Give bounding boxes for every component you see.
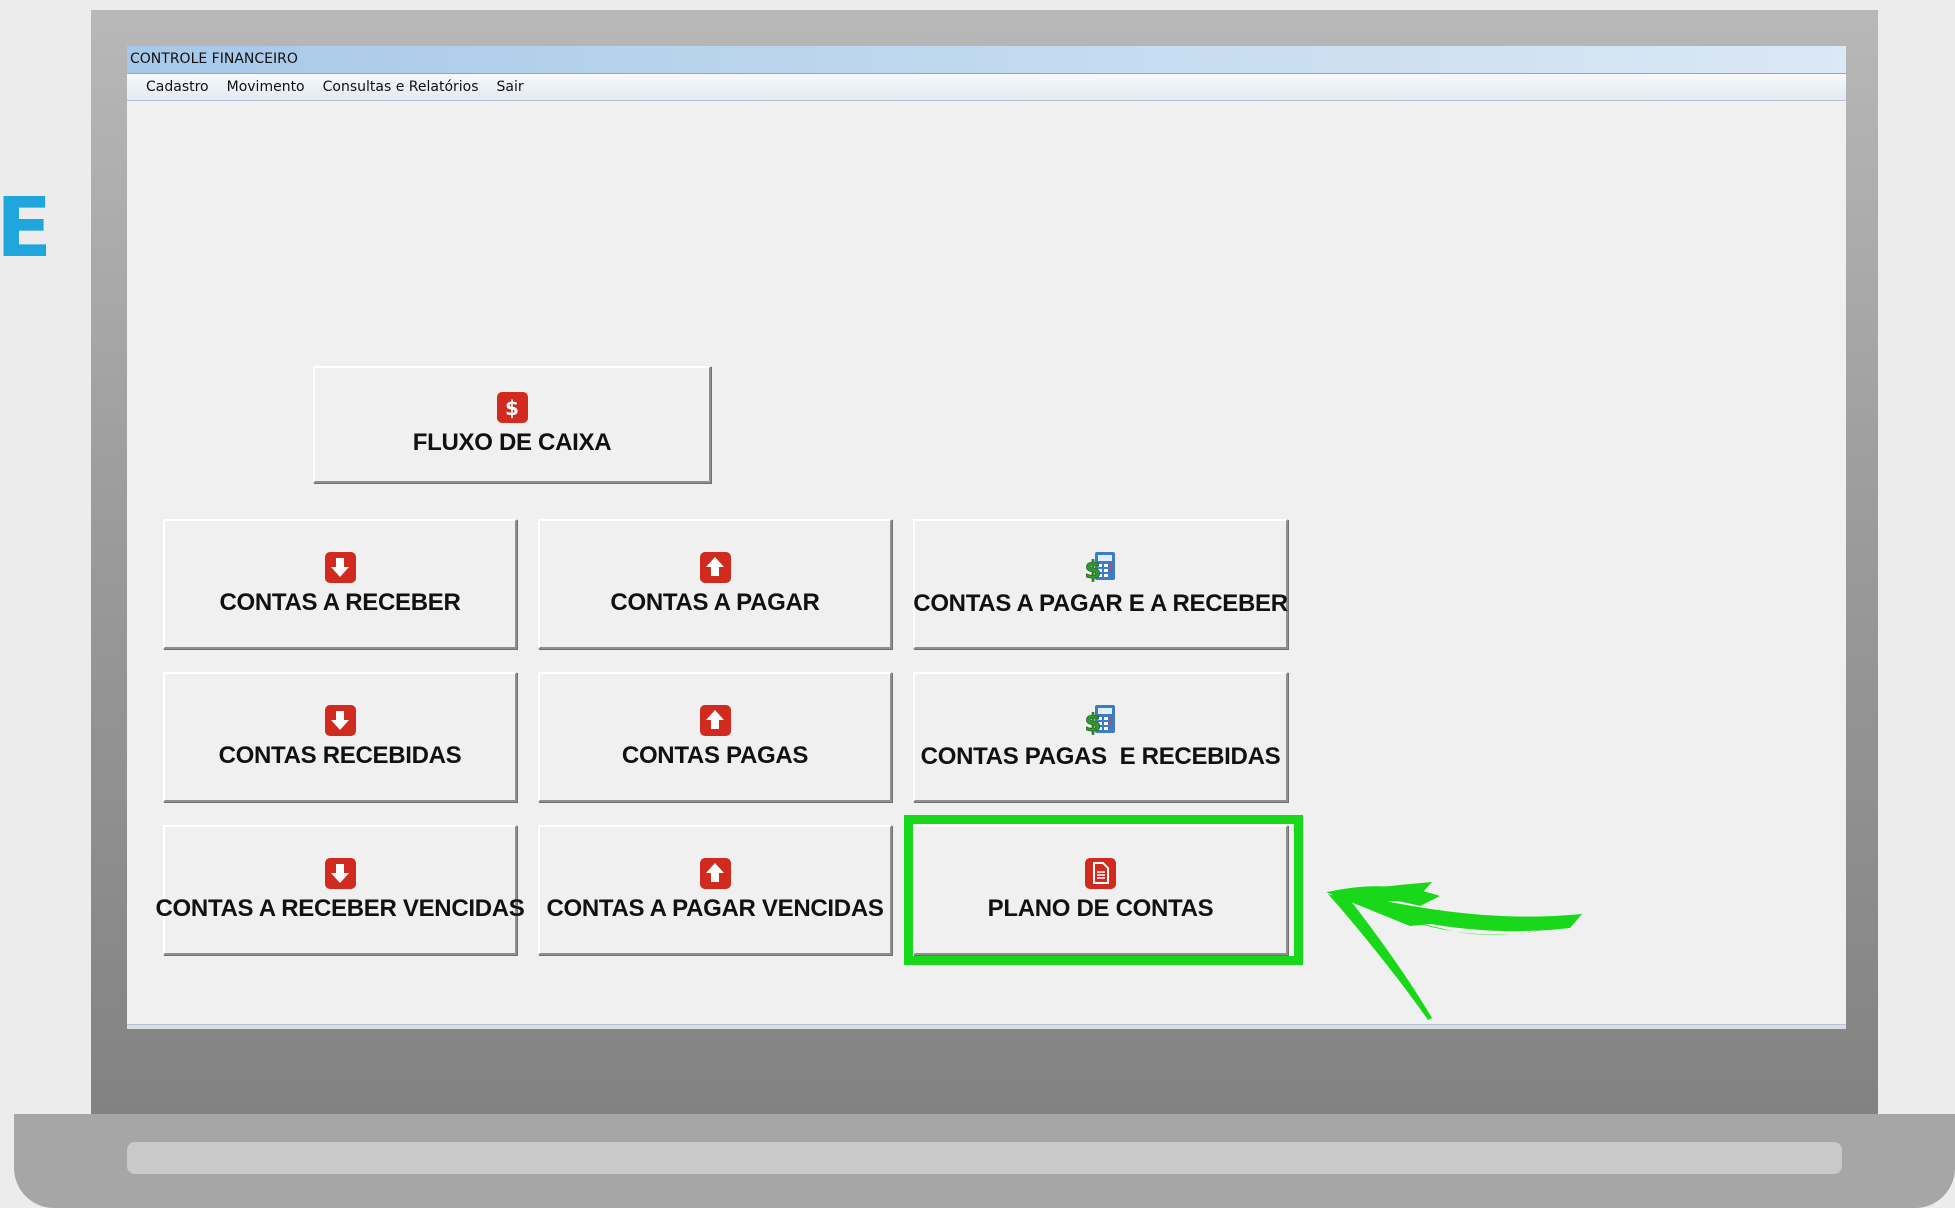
contas-pagas-e-recebidas-button[interactable]: $ CONTAS PAGAS E RECEBIDAS [913, 672, 1288, 802]
fluxo-de-caixa-label: FLUXO DE CAIXA [412, 429, 612, 456]
contas-a-pagar-button[interactable]: CONTAS A PAGAR [538, 519, 892, 649]
dollar-icon: $ [496, 392, 528, 423]
contas-pagas-e-recebidas-label: CONTAS PAGAS E RECEBIDAS [920, 743, 1281, 770]
arrow-down-icon [324, 857, 356, 889]
menu-consultas-relatorios[interactable]: Consultas e Relatórios [314, 74, 488, 100]
svg-text:$: $ [505, 396, 519, 420]
laptop-base [14, 1114, 1955, 1208]
calculator-money-icon: $ [1083, 703, 1119, 737]
arrow-down-icon [324, 704, 356, 736]
edge-letter-fragment: E [0, 181, 53, 276]
menu-movimento[interactable]: Movimento [218, 74, 314, 100]
arrow-up-icon [699, 857, 731, 889]
pointer-arrow-icon [1326, 882, 1586, 1020]
arrow-up-icon [699, 551, 731, 583]
contas-a-pagar-vencidas-button[interactable]: CONTAS A PAGAR VENCIDAS [538, 825, 892, 955]
svg-text:$: $ [1084, 556, 1101, 584]
contas-a-receber-vencidas-button[interactable]: CONTAS A RECEBER VENCIDAS [156, 825, 525, 955]
contas-recebidas-button[interactable]: CONTAS RECEBIDAS [163, 672, 517, 802]
contas-pagas-label: CONTAS PAGAS [621, 741, 809, 769]
window-title: CONTROLE FINANCEIRO [127, 46, 1846, 74]
contas-a-receber-label: CONTAS A RECEBER [219, 588, 461, 616]
menu-cadastro[interactable]: Cadastro [137, 74, 218, 100]
arrow-up-icon [699, 704, 731, 736]
contas-a-receber-button[interactable]: CONTAS A RECEBER [163, 519, 517, 649]
menu-sair[interactable]: Sair [488, 74, 533, 100]
contas-recebidas-label: CONTAS RECEBIDAS [218, 741, 462, 769]
contas-a-pagar-label: CONTAS A PAGAR [610, 588, 820, 616]
contas-pagas-button[interactable]: CONTAS PAGAS [538, 672, 892, 802]
fluxo-de-caixa-button[interactable]: $ FLUXO DE CAIXA [313, 366, 711, 483]
arrow-down-icon [324, 551, 356, 583]
laptop-trackpad-slot [127, 1142, 1842, 1174]
contas-a-pagar-e-a-receber-button[interactable]: $ CONTAS A PAGAR E A RECEBER [913, 519, 1288, 649]
menu-bar: Cadastro Movimento Consultas e Relatório… [127, 74, 1846, 101]
svg-text:$: $ [1084, 709, 1101, 737]
contas-a-pagar-vencidas-label: CONTAS A PAGAR VENCIDAS [546, 894, 884, 922]
contas-a-receber-vencidas-label: CONTAS A RECEBER VENCIDAS [155, 894, 525, 922]
contas-a-pagar-e-a-receber-label: CONTAS A PAGAR E A RECEBER [913, 590, 1288, 617]
highlight-box [904, 815, 1303, 965]
calculator-money-icon: $ [1083, 550, 1119, 584]
